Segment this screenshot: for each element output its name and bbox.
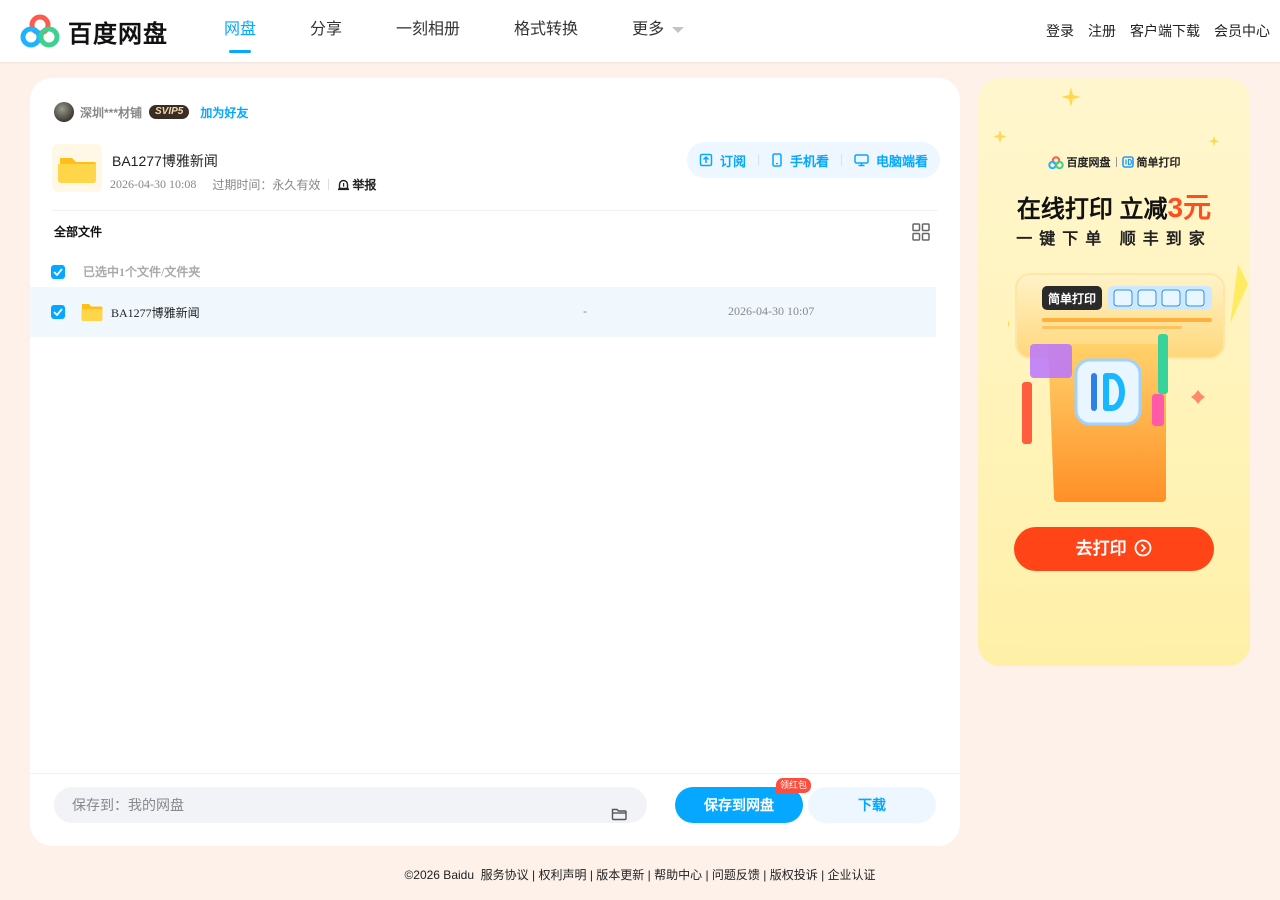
header-links: 登录 注册 客户端下载 会员中心 bbox=[1032, 0, 1270, 62]
cloud-logo-icon bbox=[20, 14, 60, 48]
share-created-time: 2026-04-30 10:08 bbox=[110, 177, 197, 191]
nav-item-pan[interactable]: 网盘 bbox=[224, 0, 256, 62]
checkmark-icon bbox=[53, 308, 63, 316]
meta-divider bbox=[328, 179, 330, 190]
row-file-date: 2026-04-30 10:07 bbox=[728, 304, 815, 318]
sharer-info: 深圳***材铺 SVIP5 加为好友 bbox=[54, 102, 248, 122]
nav-item-convert[interactable]: 格式转换 bbox=[514, 0, 578, 62]
all-files-breadcrumb[interactable]: 全部文件 bbox=[54, 223, 102, 240]
arrow-right-circle-icon bbox=[1134, 539, 1152, 557]
desktop-view-label: 电脑端看 bbox=[875, 153, 928, 169]
share-meta: 2026-04-30 10:08 过期时间：永久有效 举报 bbox=[110, 176, 376, 193]
footer-copyright: ©2026 Baidu bbox=[404, 868, 474, 882]
footer-link-help[interactable]: 帮助中心 bbox=[654, 868, 702, 882]
save-path-label: 保存到：我的网盘 bbox=[72, 797, 184, 813]
footer-link-copyright-complaint[interactable]: 版权投诉 bbox=[770, 868, 818, 882]
top-header: 百度网盘 网盘 分享 一刻相册 格式转换 更多 登录 注册 客户端下载 会员中心 bbox=[0, 0, 1280, 62]
ad-brand-right: 简单打印 bbox=[1136, 157, 1181, 169]
subscribe-button[interactable]: 订阅 bbox=[699, 151, 746, 170]
ad-title-highlight: 3元 bbox=[1167, 192, 1212, 223]
page-footer: ©2026 Baidu 服务协议 | 权利声明 | 版本更新 | 帮助中心 | … bbox=[404, 868, 876, 882]
brand-divider bbox=[1115, 157, 1117, 167]
login-link[interactable]: 登录 bbox=[1046, 21, 1074, 41]
desktop-view-button[interactable]: 电脑端看 bbox=[854, 151, 928, 170]
phone-icon bbox=[772, 153, 782, 167]
table-row[interactable]: BA1277博雅新闻 - 2026-04-30 10:07 bbox=[30, 287, 936, 337]
share-actions: 订阅 手机看 电脑端看 bbox=[686, 142, 940, 178]
ad-title: 在线打印 立减3元 bbox=[978, 186, 1250, 226]
chevron-down-icon bbox=[672, 26, 685, 33]
footer-link-service-agreement[interactable]: 服务协议 bbox=[481, 868, 529, 882]
svip-badge: SVIP5 bbox=[149, 105, 190, 119]
report-label: 举报 bbox=[352, 178, 377, 192]
download-button[interactable]: 下载 bbox=[808, 787, 936, 823]
ad-brand-line: 百度网盘 简单打印 bbox=[978, 154, 1250, 170]
row-file-name[interactable]: BA1277博雅新闻 bbox=[111, 304, 200, 321]
go-print-label: 去打印 bbox=[1075, 539, 1127, 558]
warning-icon bbox=[338, 179, 350, 190]
save-path-field[interactable]: 保存到：我的网盘 bbox=[54, 787, 647, 823]
share-card: 深圳***材铺 SVIP5 加为好友 BA1277博雅新闻 2026-04-30… bbox=[30, 78, 960, 846]
folder-icon bbox=[52, 144, 102, 192]
share-expire: 过期时间：永久有效 bbox=[212, 178, 321, 192]
print-ad-banner[interactable]: 百度网盘 简单打印 在线打印 立减3元 一键下单 顺丰到家 简单打印 去打印 bbox=[978, 78, 1250, 666]
avatar[interactable] bbox=[54, 102, 74, 122]
ad-subtitle: 一键下单 顺丰到家 bbox=[1016, 231, 1212, 248]
row-checkbox[interactable] bbox=[51, 305, 65, 319]
selected-count-text: 已选中1个文件/文件夹 bbox=[83, 265, 201, 279]
share-title: BA1277博雅新闻 bbox=[112, 153, 218, 169]
monitor-icon bbox=[854, 154, 869, 167]
printer-illustration: 简单打印 bbox=[997, 264, 1248, 519]
logo-text: 百度网盘 bbox=[68, 20, 168, 48]
nav-more-label: 更多 bbox=[632, 21, 665, 38]
action-divider bbox=[840, 154, 842, 166]
ad-brand-left: 百度网盘 bbox=[1066, 157, 1111, 169]
footer-link-rights[interactable]: 权利声明 bbox=[538, 868, 586, 882]
nav-item-share[interactable]: 分享 bbox=[310, 0, 342, 62]
ad-title-prefix: 在线打印 立减 bbox=[1016, 196, 1168, 223]
folder-icon bbox=[80, 301, 104, 328]
subscribe-label: 订阅 bbox=[719, 153, 746, 169]
select-all-row: 已选中1个文件/文件夹 bbox=[51, 263, 200, 280]
client-download-link[interactable]: 客户端下载 bbox=[1130, 21, 1200, 41]
print-logo-icon bbox=[1121, 156, 1134, 168]
member-center-link[interactable]: 会员中心 bbox=[1214, 21, 1270, 41]
nav-item-more[interactable]: 更多 bbox=[632, 0, 685, 62]
folder-picker-icon[interactable] bbox=[611, 798, 627, 834]
main-nav: 网盘 分享 一刻相册 格式转换 更多 bbox=[224, 0, 738, 62]
mobile-view-label: 手机看 bbox=[789, 153, 829, 169]
footer-link-version[interactable]: 版本更新 bbox=[596, 868, 644, 882]
nav-item-album[interactable]: 一刻相册 bbox=[396, 0, 460, 62]
mobile-view-button[interactable]: 手机看 bbox=[771, 151, 829, 170]
checkmark-icon bbox=[53, 267, 63, 276]
bottom-action-bar: 保存到：我的网盘 保存到网盘 领红包 下载 bbox=[30, 773, 960, 846]
go-print-button[interactable]: 去打印 bbox=[1014, 527, 1214, 571]
baidu-pan-logo[interactable]: 百度网盘 bbox=[20, 14, 168, 48]
cloud-logo-icon bbox=[1047, 155, 1064, 169]
row-file-size: - bbox=[583, 304, 587, 318]
printer-screen-label: 简单打印 bbox=[1048, 291, 1096, 306]
select-all-checkbox[interactable] bbox=[51, 264, 65, 279]
add-friend-link[interactable]: 加为好友 bbox=[200, 104, 248, 121]
action-divider bbox=[757, 154, 759, 166]
grid-view-icon[interactable] bbox=[912, 223, 930, 246]
red-packet-badge: 领红包 bbox=[776, 778, 812, 793]
subscribe-icon bbox=[699, 153, 713, 167]
sparkle-icon bbox=[993, 87, 1220, 147]
section-divider bbox=[52, 210, 938, 211]
footer-link-feedback[interactable]: 问题反馈 bbox=[712, 868, 760, 882]
footer-link-enterprise[interactable]: 企业认证 bbox=[828, 868, 876, 882]
register-link[interactable]: 注册 bbox=[1088, 21, 1116, 41]
report-button[interactable]: 举报 bbox=[337, 176, 376, 193]
sharer-name[interactable]: 深圳***材铺 bbox=[80, 104, 142, 121]
